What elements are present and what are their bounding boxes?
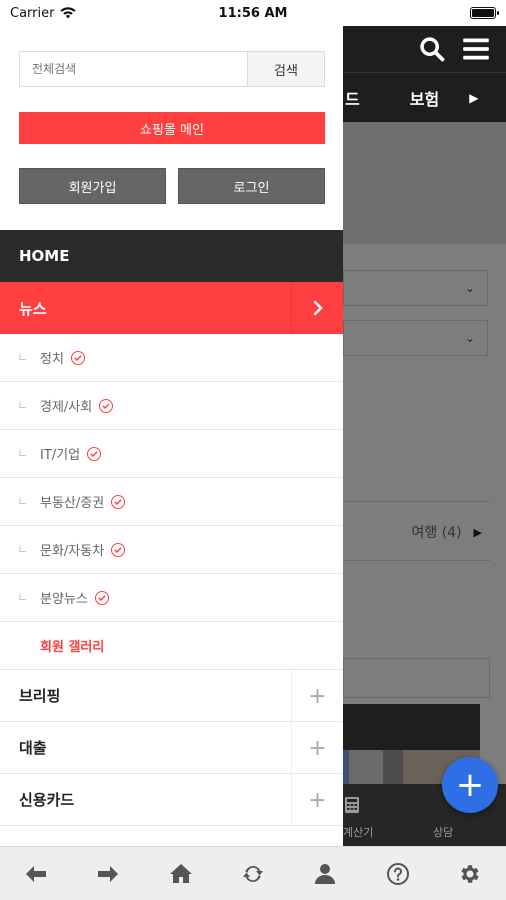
background-select-2[interactable]: ⌄ <box>343 320 488 356</box>
battery-icon <box>470 7 499 19</box>
submenu-item[interactable]: ∟ 정치 <box>0 334 343 382</box>
check-circle-icon <box>70 350 85 365</box>
travel-label: 여행 (4) <box>411 525 462 541</box>
category-item[interactable]: 신용카드 + <box>0 774 343 826</box>
category-item[interactable]: 브리핑 + <box>0 670 343 722</box>
calculator-icon <box>345 797 359 813</box>
submenu-item[interactable]: ∟ 경제/사회 <box>0 382 343 430</box>
status-bar: Carrier 11:56 AM <box>0 0 506 26</box>
background-select-1[interactable]: ⌄ <box>343 270 488 306</box>
login-button[interactable]: 로그인 <box>178 168 325 204</box>
chevron-down-icon: ⌄ <box>464 331 475 345</box>
category-label: 신용카드 <box>19 791 75 809</box>
search-button[interactable]: 검색 <box>248 51 325 87</box>
submenu-item[interactable]: ∟ IT/기업 <box>0 430 343 478</box>
background-tabs: 드 보험 ▶ <box>343 72 506 122</box>
carrier-label: Carrier <box>10 5 55 21</box>
chevron-right-icon[interactable] <box>291 282 343 334</box>
background-banner <box>343 122 506 244</box>
plus-icon[interactable]: + <box>291 722 343 774</box>
search-input[interactable] <box>19 51 248 87</box>
menu-item-news-label: 뉴스 <box>19 299 47 318</box>
check-circle-icon <box>87 446 102 461</box>
background-divider <box>343 501 490 502</box>
home-icon[interactable] <box>161 854 201 894</box>
plus-icon[interactable]: + <box>291 774 343 826</box>
submenu-item[interactable]: ∟ 부동산/증권 <box>0 478 343 526</box>
tab-partial[interactable]: 드 <box>345 86 360 110</box>
help-icon[interactable] <box>378 854 418 894</box>
submenu-item[interactable]: ∟ 분양뉴스 <box>0 574 343 622</box>
branch-icon: ∟ <box>18 447 28 460</box>
branch-icon: ∟ <box>18 399 28 412</box>
submenu-item-label: 부동산/증권 <box>40 496 105 511</box>
back-arrow-icon[interactable] <box>16 854 56 894</box>
side-drawer: 검색 쇼핑몰 메인 회원가입 로그인 HOME 뉴스 ∟ 정치 ∟ 경제/사회 ∟ I… <box>0 26 343 846</box>
submenu-item-label: 정치 <box>40 352 64 367</box>
search-icon[interactable] <box>418 35 446 63</box>
submenu-item[interactable]: ∟ 문화/자동차 <box>0 526 343 574</box>
join-button[interactable]: 회원가입 <box>19 168 166 204</box>
news-submenu: ∟ 정치 ∟ 경제/사회 ∟ IT/기업 ∟ 부동산/증권 ∟ 문화/자동차 ∟ 분양뉴스 … <box>0 334 343 826</box>
tab-next-icon[interactable]: ▶ <box>469 91 478 105</box>
battery-group <box>346 7 499 19</box>
bottom-toolbar <box>0 846 506 900</box>
plus-icon[interactable]: + <box>442 757 498 813</box>
submenu-item-label: 문화/자동차 <box>40 544 105 559</box>
menu-item-news[interactable]: 뉴스 <box>0 282 343 334</box>
submenu-item-label: 경제/사회 <box>40 400 93 415</box>
consult-label[interactable]: 상담 <box>433 824 453 840</box>
clock: 11:56 AM <box>218 5 288 21</box>
check-circle-icon <box>111 494 126 509</box>
user-icon[interactable] <box>305 854 345 894</box>
settings-icon[interactable] <box>450 854 490 894</box>
category-label: 대출 <box>19 739 47 757</box>
background-divider <box>343 560 490 561</box>
submenu-item-gallery[interactable]: 회원 갤러리 <box>0 622 343 670</box>
background-travel-row[interactable]: 여행 (4) ▶ <box>343 520 506 544</box>
check-circle-icon <box>111 542 126 557</box>
category-item[interactable]: 대출 + <box>0 722 343 774</box>
refresh-icon[interactable] <box>233 854 273 894</box>
check-circle-icon <box>99 398 114 413</box>
forward-arrow-icon[interactable] <box>88 854 128 894</box>
mall-main-button[interactable]: 쇼핑몰 메인 <box>19 112 325 144</box>
play-icon: ▶ <box>473 525 482 539</box>
plus-icon[interactable]: + <box>291 670 343 722</box>
branch-icon: ∟ <box>18 591 28 604</box>
check-circle-icon <box>94 590 109 605</box>
category-label: 브리핑 <box>19 687 61 705</box>
search-row: 검색 <box>19 51 325 87</box>
branch-icon: ∟ <box>18 543 28 556</box>
background-header <box>343 26 506 72</box>
branch-icon: ∟ <box>18 495 28 508</box>
tab-insurance[interactable]: 보험 <box>410 86 439 110</box>
background-box <box>343 658 490 698</box>
wifi-icon <box>60 7 76 19</box>
menu-item-home[interactable]: HOME <box>0 230 343 282</box>
submenu-item-label: IT/기업 <box>40 448 81 463</box>
chevron-down-icon: ⌄ <box>464 281 475 295</box>
submenu-item-label: 분양뉴스 <box>40 592 88 607</box>
branch-icon: ∟ <box>18 351 28 364</box>
carrier-group: Carrier <box>10 6 160 21</box>
calculator-label[interactable]: 계산기 <box>343 824 373 840</box>
hamburger-icon[interactable] <box>462 36 490 62</box>
